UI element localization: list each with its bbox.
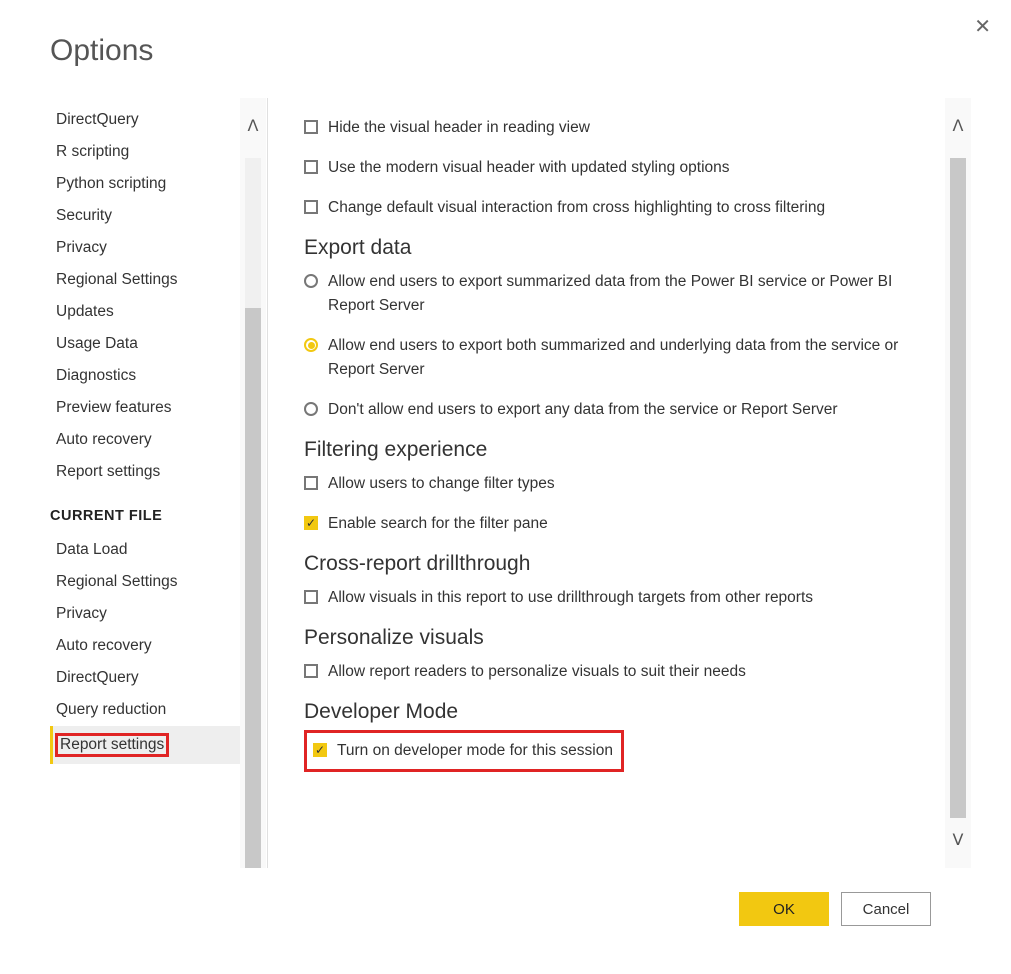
checkbox-change-filter-types[interactable]: Allow users to change filter types bbox=[304, 472, 935, 496]
checkbox-personalize-visuals[interactable]: Allow report readers to personalize visu… bbox=[304, 660, 935, 684]
radio-label: Allow end users to export summarized dat… bbox=[328, 270, 935, 318]
checkbox-icon bbox=[304, 476, 318, 490]
chevron-down-icon[interactable]: ᐯ bbox=[953, 812, 964, 868]
content-scrollbar[interactable]: ᐱ ᐯ bbox=[945, 98, 971, 868]
checkbox-developer-mode[interactable]: ✓ Turn on developer mode for this sessio… bbox=[313, 739, 613, 763]
checkbox-label: Hide the visual header in reading view bbox=[328, 116, 590, 140]
sidebar-scroll-track[interactable] bbox=[245, 158, 261, 808]
cancel-button[interactable]: Cancel bbox=[841, 892, 931, 926]
checkbox-label: Use the modern visual header with update… bbox=[328, 156, 730, 180]
chevron-up-icon[interactable]: ᐱ bbox=[248, 98, 259, 154]
checkbox-icon bbox=[304, 160, 318, 174]
checkbox-icon bbox=[304, 200, 318, 214]
sidebar-scrollbar[interactable]: ᐱ ᐯ bbox=[240, 98, 266, 868]
radio-icon bbox=[304, 338, 318, 352]
nav-file-query-reduction[interactable]: Query reduction bbox=[50, 694, 240, 726]
nav-security[interactable]: Security bbox=[50, 200, 240, 232]
nav-privacy[interactable]: Privacy bbox=[50, 232, 240, 264]
sidebar-scroll-thumb[interactable] bbox=[245, 308, 261, 868]
checkbox-label: Turn on developer mode for this session bbox=[337, 739, 613, 763]
group-export-data: Export data bbox=[304, 236, 935, 260]
nav-file-regional-settings[interactable]: Regional Settings bbox=[50, 566, 240, 598]
checkbox-label: Allow users to change filter types bbox=[328, 472, 555, 496]
nav-file-privacy[interactable]: Privacy bbox=[50, 598, 240, 630]
checkbox-hide-visual-header[interactable]: Hide the visual header in reading view bbox=[304, 116, 935, 140]
sidebar-section-current-file: CURRENT FILE bbox=[50, 488, 240, 534]
nav-report-settings-global[interactable]: Report settings bbox=[50, 456, 240, 488]
group-personalize-visuals: Personalize visuals bbox=[304, 626, 935, 650]
dialog-title: Options bbox=[50, 34, 971, 68]
content-pane: Hide the visual header in reading view U… bbox=[268, 98, 945, 868]
nav-updates[interactable]: Updates bbox=[50, 296, 240, 328]
nav-file-directquery[interactable]: DirectQuery bbox=[50, 662, 240, 694]
checkbox-modern-visual-header[interactable]: Use the modern visual header with update… bbox=[304, 156, 935, 180]
checkbox-drillthrough-targets[interactable]: Allow visuals in this report to use dril… bbox=[304, 586, 935, 610]
nav-directquery[interactable]: DirectQuery bbox=[50, 104, 240, 136]
ok-button[interactable]: OK bbox=[739, 892, 829, 926]
checkbox-icon bbox=[304, 590, 318, 604]
checkbox-cross-filtering[interactable]: Change default visual interaction from c… bbox=[304, 196, 935, 220]
chevron-up-icon[interactable]: ᐱ bbox=[953, 98, 964, 154]
radio-icon bbox=[304, 402, 318, 416]
nav-auto-recovery[interactable]: Auto recovery bbox=[50, 424, 240, 456]
group-developer-mode: Developer Mode bbox=[304, 700, 935, 724]
close-icon[interactable]: ✕ bbox=[974, 14, 991, 39]
checkbox-search-filter-pane[interactable]: ✓ Enable search for the filter pane bbox=[304, 512, 935, 536]
radio-label: Don't allow end users to export any data… bbox=[328, 398, 838, 422]
nav-file-report-settings[interactable]: Report settings bbox=[50, 726, 240, 764]
nav-diagnostics[interactable]: Diagnostics bbox=[50, 360, 240, 392]
nav-python-scripting[interactable]: Python scripting bbox=[50, 168, 240, 200]
checkbox-label: Allow report readers to personalize visu… bbox=[328, 660, 746, 684]
group-filtering: Filtering experience bbox=[304, 438, 935, 462]
nav-regional-settings[interactable]: Regional Settings bbox=[50, 264, 240, 296]
checkbox-label: Allow visuals in this report to use dril… bbox=[328, 586, 813, 610]
radio-icon bbox=[304, 274, 318, 288]
content-scroll-track[interactable] bbox=[950, 158, 966, 808]
nav-r-scripting[interactable]: R scripting bbox=[50, 136, 240, 168]
checkbox-icon: ✓ bbox=[304, 516, 318, 530]
nav-file-auto-recovery[interactable]: Auto recovery bbox=[50, 630, 240, 662]
radio-export-summarized[interactable]: Allow end users to export summarized dat… bbox=[304, 270, 935, 318]
nav-file-data-load[interactable]: Data Load bbox=[50, 534, 240, 566]
checkbox-label: Change default visual interaction from c… bbox=[328, 196, 825, 220]
nav-usage-data[interactable]: Usage Data bbox=[50, 328, 240, 360]
radio-label: Allow end users to export both summarize… bbox=[328, 334, 935, 382]
nav-preview-features[interactable]: Preview features bbox=[50, 392, 240, 424]
checkbox-icon bbox=[304, 664, 318, 678]
group-cross-report-drillthrough: Cross-report drillthrough bbox=[304, 552, 935, 576]
highlight-developer-mode: ✓ Turn on developer mode for this sessio… bbox=[304, 730, 624, 772]
checkbox-icon bbox=[304, 120, 318, 134]
highlight-report-settings: Report settings bbox=[55, 733, 169, 757]
checkbox-label: Enable search for the filter pane bbox=[328, 512, 548, 536]
radio-export-none[interactable]: Don't allow end users to export any data… bbox=[304, 398, 935, 422]
checkbox-icon: ✓ bbox=[313, 743, 327, 757]
content-scroll-thumb[interactable] bbox=[950, 158, 966, 818]
radio-export-both[interactable]: Allow end users to export both summarize… bbox=[304, 334, 935, 382]
dialog-footer: OK Cancel bbox=[50, 868, 971, 926]
sidebar: DirectQuery R scripting Python scripting… bbox=[50, 98, 240, 868]
